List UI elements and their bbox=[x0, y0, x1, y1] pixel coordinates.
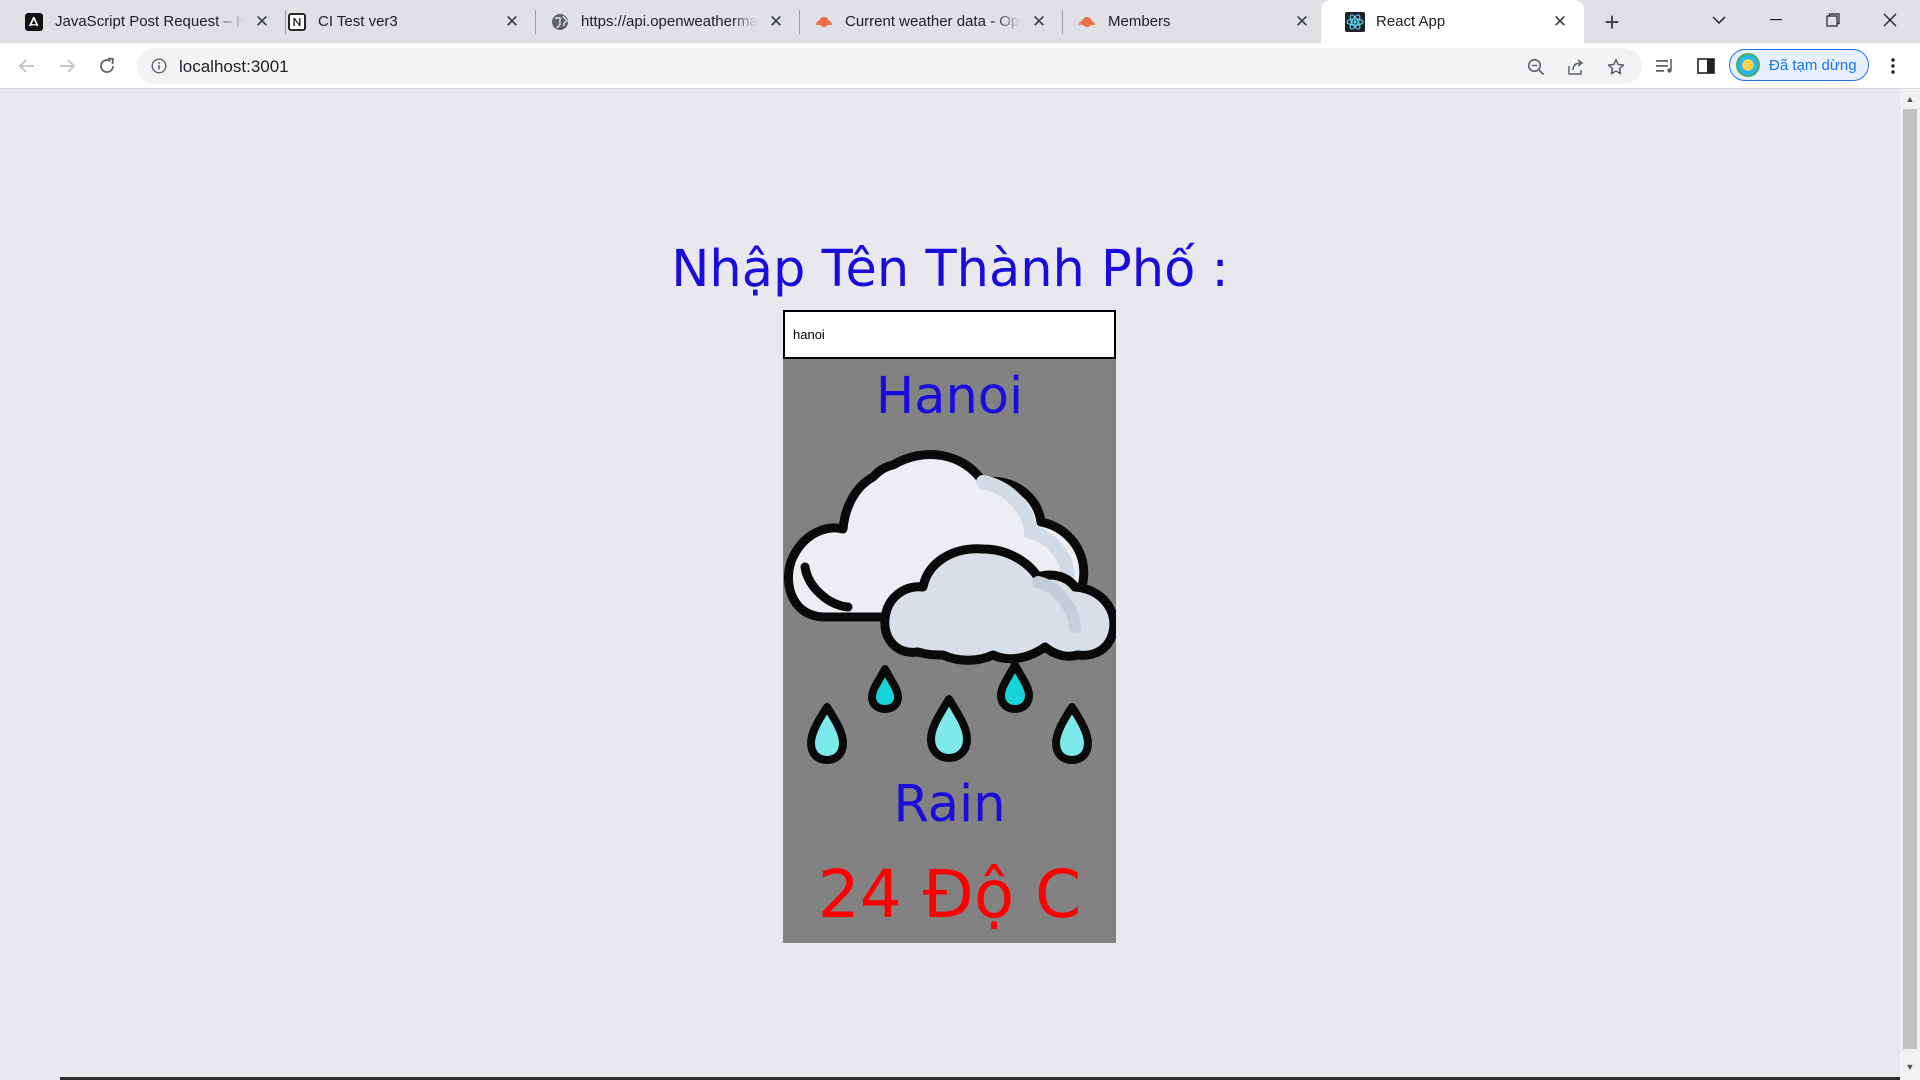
share-icon[interactable] bbox=[1566, 57, 1586, 77]
tab-ci-test-ver3[interactable]: CI Test ver3 ✕ bbox=[263, 0, 536, 43]
restore-icon bbox=[1826, 13, 1840, 27]
page-viewport: Nhập Tên Thành Phố : Hanoi Rain 24 Độ C bbox=[0, 89, 1900, 1077]
close-window-button[interactable] bbox=[1862, 0, 1918, 40]
scroll-up-arrow-icon[interactable]: ▲ bbox=[1900, 91, 1920, 107]
tab-strip: JavaScript Post Request – H ✕ CI Test ve… bbox=[0, 0, 1920, 43]
new-tab-button[interactable]: + bbox=[1598, 7, 1626, 37]
tab-title: React App bbox=[1376, 13, 1446, 30]
close-icon[interactable]: ✕ bbox=[766, 12, 786, 32]
globe-icon bbox=[550, 12, 570, 32]
city-search-input[interactable] bbox=[783, 310, 1116, 359]
side-panel-icon[interactable] bbox=[1695, 55, 1717, 77]
weather-description: Rain bbox=[893, 775, 1006, 834]
close-icon bbox=[1883, 13, 1897, 27]
close-icon[interactable]: ✕ bbox=[1292, 12, 1312, 32]
chevron-down-icon bbox=[1712, 16, 1726, 25]
tab-title: https://api.openweathermap bbox=[581, 13, 758, 30]
forward-button[interactable] bbox=[52, 51, 82, 81]
close-icon[interactable]: ✕ bbox=[1029, 12, 1049, 32]
avatar bbox=[1736, 53, 1760, 77]
tab-title: Members bbox=[1108, 13, 1171, 30]
more-menu-icon[interactable] bbox=[1882, 55, 1904, 77]
page-title: Nhập Tên Thành Phố : bbox=[671, 240, 1229, 299]
reload-icon bbox=[100, 57, 114, 73]
notion-icon bbox=[287, 12, 307, 32]
info-icon[interactable] bbox=[150, 57, 168, 75]
bookmark-star-icon[interactable] bbox=[1606, 57, 1626, 77]
restore-button[interactable] bbox=[1805, 0, 1861, 40]
city-name: Hanoi bbox=[875, 367, 1024, 426]
openweather-icon bbox=[1077, 12, 1097, 32]
arrow-left-icon bbox=[18, 59, 34, 73]
back-button[interactable] bbox=[12, 51, 42, 81]
tab-openweather-api[interactable]: https://api.openweathermap ✕ bbox=[526, 0, 800, 43]
weather-card: Hanoi Rain 24 Độ C bbox=[783, 359, 1116, 943]
openweather-icon bbox=[814, 12, 834, 32]
tab-javascript-post-request[interactable]: JavaScript Post Request – H ✕ bbox=[0, 0, 286, 43]
tab-title: JavaScript Post Request – H bbox=[55, 13, 244, 30]
tab-members[interactable]: Members ✕ bbox=[1053, 0, 1326, 43]
address-text: localhost:3001 bbox=[179, 57, 289, 76]
media-queue-icon[interactable] bbox=[1654, 55, 1676, 77]
minimize-button[interactable] bbox=[1748, 0, 1804, 40]
tab-title: Current weather data - Ope bbox=[845, 13, 1021, 30]
temperature-value: 24 Độ C bbox=[817, 856, 1082, 933]
page-scrollbar[interactable]: ▲ ▼ bbox=[1900, 89, 1920, 1080]
profile-status-label: Đã tạm dừng bbox=[1769, 56, 1857, 74]
react-icon bbox=[1345, 11, 1365, 32]
minimize-icon bbox=[1770, 19, 1782, 21]
reload-button[interactable] bbox=[92, 51, 122, 81]
scrollbar-thumb[interactable] bbox=[1903, 109, 1917, 1049]
dev-logo-icon bbox=[24, 12, 44, 32]
address-bar[interactable]: localhost:3001 bbox=[137, 48, 1642, 84]
tab-current-weather-data[interactable]: Current weather data - Ope ✕ bbox=[790, 0, 1063, 43]
arrow-right-icon bbox=[60, 59, 76, 73]
browser-toolbar: localhost:3001 Đã tạm dừng bbox=[0, 43, 1920, 89]
close-icon[interactable]: ✕ bbox=[502, 12, 522, 32]
close-icon[interactable]: ✕ bbox=[1550, 12, 1570, 32]
rain-cloud-icon bbox=[783, 450, 1116, 764]
tab-search-button[interactable] bbox=[1691, 0, 1747, 40]
tab-title: CI Test ver3 bbox=[318, 13, 398, 30]
tab-react-app[interactable]: React App ✕ bbox=[1321, 0, 1584, 43]
scroll-down-arrow-icon[interactable]: ▼ bbox=[1900, 1059, 1920, 1075]
profile-button[interactable]: Đã tạm dừng bbox=[1729, 49, 1869, 81]
zoom-icon[interactable] bbox=[1526, 57, 1546, 77]
